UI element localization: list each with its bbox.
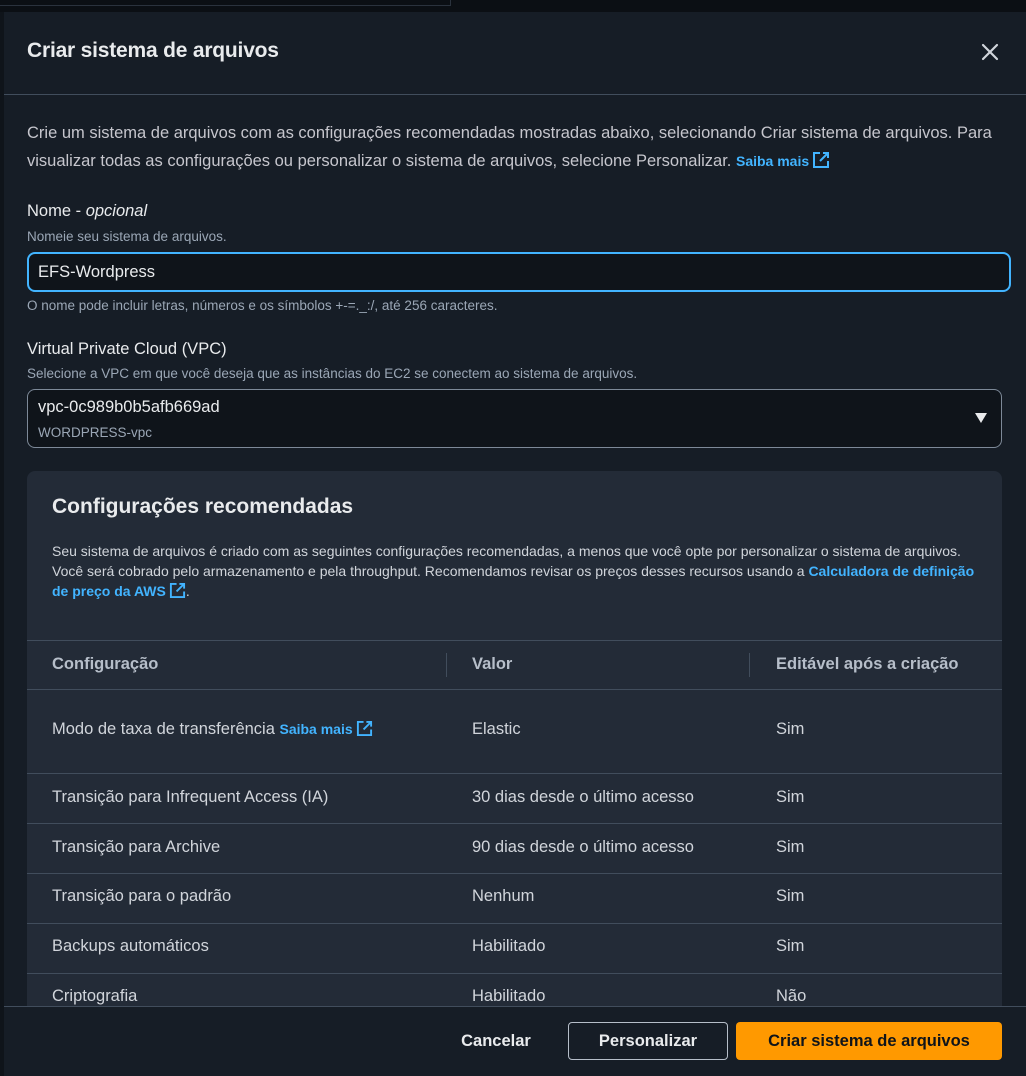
external-link-icon — [356, 720, 372, 737]
recommended-description: Seu sistema de arquivos é criado com as … — [52, 541, 982, 601]
cancel-button[interactable]: Cancelar — [444, 1022, 548, 1060]
table-header-row: Configuração Valor Editável após a criaç… — [27, 641, 1002, 690]
close-icon — [981, 43, 999, 61]
column-divider — [446, 653, 447, 677]
close-button[interactable] — [978, 40, 1002, 64]
settings-table: Configuração Valor Editável após a criaç… — [27, 640, 1002, 1034]
caret-down-icon — [975, 413, 987, 423]
name-hint: O nome pode incluir letras, números e os… — [27, 298, 498, 313]
column-divider — [749, 653, 750, 677]
header-configuration: Configuração — [52, 655, 159, 673]
learn-more-link[interactable]: Saiba mais — [735, 152, 830, 169]
name-input[interactable] — [27, 252, 1011, 292]
background-tab-edge — [0, 0, 451, 6]
row-value: Habilitado — [472, 937, 546, 955]
table-row: Transição para Archive 90 dias desde o ú… — [27, 824, 1002, 874]
optional-label: opcional — [85, 202, 148, 220]
vpc-selected-name: WORDPRESS-vpc — [38, 425, 153, 440]
row-editable: Sim — [776, 788, 805, 806]
header-value: Valor — [472, 655, 513, 673]
vpc-select[interactable]: vpc-0c989b0b5afb669ad WORDPRESS-vpc — [27, 389, 1002, 448]
row-config: Modo de taxa de transferência Saiba mais — [52, 720, 373, 739]
name-description: Nomeie seu sistema de arquivos. — [27, 229, 227, 244]
create-file-system-modal: Criar sistema de arquivos Crie um sistem… — [4, 12, 1026, 1076]
row-editable: Sim — [776, 720, 805, 738]
modal-header: Criar sistema de arquivos — [4, 12, 1026, 95]
description-period: . — [185, 583, 190, 599]
customize-button[interactable]: Personalizar — [568, 1022, 728, 1060]
throughput-learn-more-label: Saiba mais — [279, 721, 353, 737]
name-label: Nome - opcional — [27, 202, 148, 220]
row-config: Transição para Archive — [52, 838, 221, 856]
external-link-icon — [813, 152, 830, 168]
row-value: Nenhum — [472, 887, 535, 905]
table-row: Transição para Infrequent Access (IA) 30… — [27, 774, 1002, 824]
modal-footer: Cancelar Personalizar Criar sistema de a… — [4, 1006, 1026, 1076]
recommended-title: Configurações recomendadas — [52, 495, 354, 518]
row-value: Habilitado — [472, 987, 546, 1005]
row-value: 90 dias desde o último acesso — [472, 838, 694, 856]
row-config: Transição para o padrão — [52, 887, 232, 905]
row-value: Elastic — [472, 720, 521, 738]
row-config: Transição para Infrequent Access (IA) — [52, 788, 329, 806]
row-config: Backups automáticos — [52, 937, 209, 955]
row-editable: Não — [776, 987, 807, 1005]
modal-title: Criar sistema de arquivos — [27, 39, 279, 62]
row-config-text: Modo de taxa de transferência — [52, 720, 275, 738]
intro-text: Crie um sistema de arquivos com as confi… — [27, 124, 992, 170]
throughput-learn-more-link[interactable]: Saiba mais — [279, 720, 372, 737]
table-row: Backups automáticos Habilitado Sim — [27, 924, 1002, 974]
background-page — [0, 0, 1026, 12]
vpc-description: Selecione a VPC em que você deseja que a… — [27, 366, 638, 381]
name-label-text: Nome — [27, 202, 72, 220]
table-row: Modo de taxa de transferência Saiba mais… — [27, 690, 1002, 774]
row-editable: Sim — [776, 887, 805, 905]
row-config: Criptografia — [52, 987, 138, 1005]
vpc-label: Virtual Private Cloud (VPC) — [27, 340, 227, 358]
external-link-icon — [169, 582, 185, 599]
vpc-selected-value: vpc-0c989b0b5afb669ad — [38, 398, 220, 416]
row-value: 30 dias desde o último acesso — [472, 788, 694, 806]
row-editable: Sim — [776, 937, 805, 955]
intro-paragraph: Crie um sistema de arquivos com as confi… — [27, 119, 1007, 175]
row-editable: Sim — [776, 838, 805, 856]
table-row: Transição para o padrão Nenhum Sim — [27, 874, 1002, 924]
recommended-settings-panel: Configurações recomendadas Seu sistema d… — [27, 471, 1002, 1076]
create-file-system-button[interactable]: Criar sistema de arquivos — [736, 1022, 1002, 1060]
learn-more-label: Saiba mais — [735, 153, 810, 169]
header-editable: Editável após a criação — [776, 655, 959, 673]
